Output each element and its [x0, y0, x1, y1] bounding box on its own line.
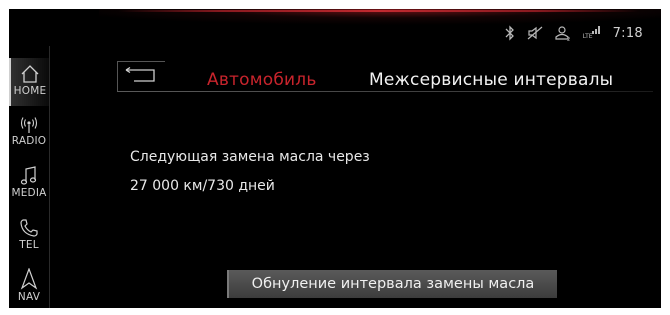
nav-label-home: HOME: [13, 85, 47, 97]
oil-change-label: Следующая замена масла через: [130, 149, 370, 165]
header-divider: [117, 91, 653, 92]
nav-label-radio: RADIO: [11, 135, 47, 147]
phone-icon: [20, 219, 38, 237]
side-nav: HOME RADIO MEDIA TEL NAV: [9, 46, 50, 308]
mute-icon: [527, 26, 542, 40]
nav-item-radio[interactable]: RADIO: [9, 112, 49, 156]
back-arrow-icon: [125, 66, 155, 82]
nav-item-nav[interactable]: NAV: [9, 264, 49, 308]
lte-label: LTE: [582, 33, 593, 40]
lte-signal-icon: LTE: [583, 25, 601, 41]
svg-text:2: 2: [567, 37, 570, 41]
home-icon: [21, 65, 39, 83]
navigation-arrow-icon: [20, 268, 38, 290]
nav-item-tel[interactable]: TEL: [9, 214, 49, 260]
breadcrumb-vehicle[interactable]: Автомобиль: [207, 70, 317, 90]
profile-icon: 2: [554, 26, 570, 41]
nav-item-home[interactable]: HOME: [9, 58, 49, 106]
infotainment-screen: 2 LTE 7:18 HOME RADIO MEDIA TEL NAV Авто…: [9, 9, 661, 308]
radio-icon: [20, 117, 38, 133]
top-accent-line: [119, 10, 639, 12]
reset-oil-interval-button[interactable]: Обнуление интервала замены масла: [227, 270, 557, 298]
music-note-icon: [20, 166, 37, 185]
nav-item-media[interactable]: MEDIA: [9, 162, 49, 208]
back-button[interactable]: [117, 61, 165, 91]
nav-label-nav: NAV: [17, 291, 41, 303]
status-bar: 2 LTE 7:18: [505, 24, 643, 42]
nav-label-tel: TEL: [19, 239, 39, 251]
oil-change-value: 27 000 км/730 дней: [130, 178, 275, 194]
clock: 7:18: [612, 25, 643, 41]
nav-label-media: MEDIA: [11, 187, 47, 199]
page-title: Межсервисные интервалы: [369, 70, 614, 90]
bluetooth-icon: [505, 25, 514, 41]
